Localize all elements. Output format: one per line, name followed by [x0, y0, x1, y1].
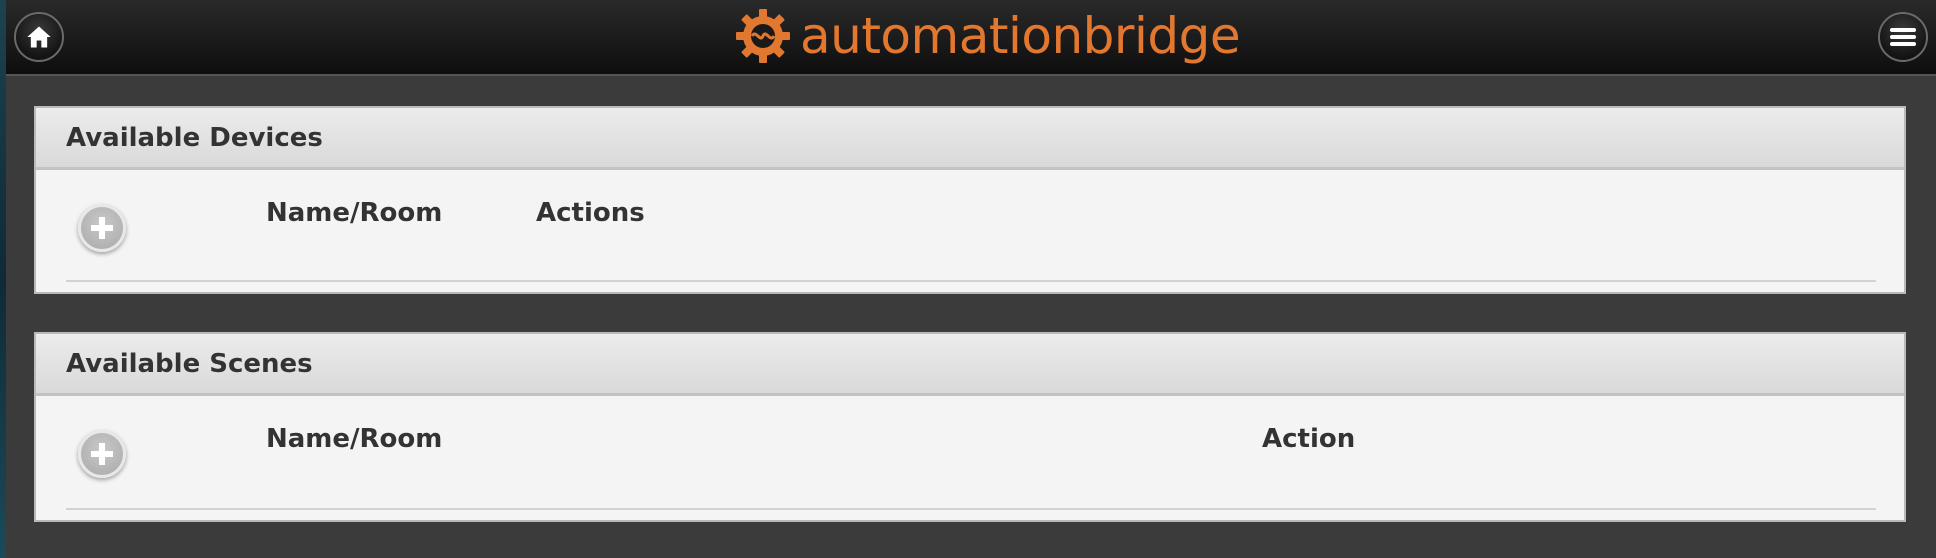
- plus-icon: [91, 443, 113, 465]
- top-navbar: automationbridge: [6, 0, 1936, 76]
- gear-logo-icon: [736, 9, 790, 63]
- menu-button[interactable]: [1878, 12, 1928, 62]
- column-header-name-room: Name/Room: [266, 424, 443, 454]
- available-scenes-panel: Available Scenes Name/Room Action: [34, 332, 1906, 522]
- divider: [66, 508, 1876, 510]
- column-header-name-room: Name/Room: [266, 198, 443, 228]
- logo-wordmark: automationbridge: [800, 7, 1241, 65]
- panel-title: Available Devices: [66, 122, 323, 153]
- divider: [66, 280, 1876, 282]
- column-header-actions: Actions: [536, 198, 645, 228]
- column-header-action: Action: [1262, 424, 1356, 454]
- devices-table: Name/Room Actions: [36, 170, 1904, 292]
- home-icon: [27, 26, 51, 48]
- panel-header: Available Devices: [36, 108, 1904, 170]
- hamburger-menu-icon: [1890, 28, 1916, 46]
- window-edge: [0, 0, 6, 558]
- panel-header: Available Scenes: [36, 334, 1904, 396]
- add-device-button[interactable]: [78, 204, 126, 252]
- home-button[interactable]: [14, 12, 64, 62]
- scenes-table: Name/Room Action: [36, 396, 1904, 520]
- available-devices-panel: Available Devices Name/Room Actions: [34, 106, 1906, 294]
- add-scene-button[interactable]: [78, 430, 126, 478]
- app-logo: automationbridge: [734, 6, 1241, 66]
- plus-icon: [91, 217, 113, 239]
- panel-title: Available Scenes: [66, 348, 313, 379]
